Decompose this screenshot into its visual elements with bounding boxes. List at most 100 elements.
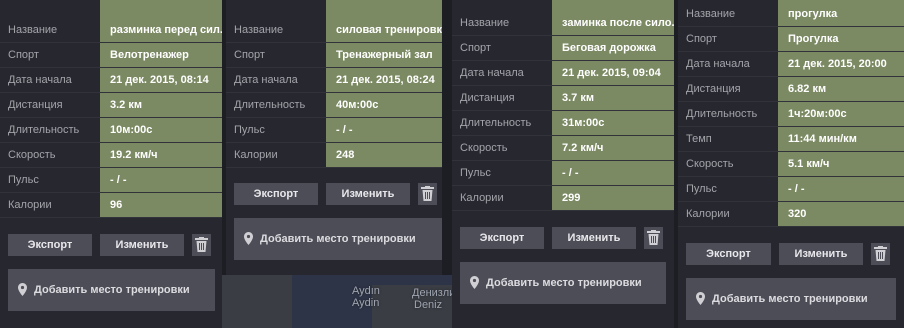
field-value: - / - (100, 168, 222, 192)
delete-button[interactable] (418, 183, 437, 205)
delete-button[interactable] (871, 243, 890, 265)
add-place-button[interactable]: Добавить место тренировки (686, 278, 896, 320)
map-label: Deniz (414, 299, 443, 311)
field-label: Дата начала (686, 58, 750, 70)
field-value: 3.7 км (552, 86, 674, 110)
field-label: Название (8, 24, 58, 36)
field-label: Спорт (460, 42, 491, 54)
delete-button[interactable] (192, 234, 211, 256)
field-label: Пульс (686, 183, 717, 195)
field-row: Дистанция 6.82 км (678, 77, 904, 102)
field-label: Калории (8, 199, 52, 211)
field-label: Спорт (686, 33, 717, 45)
map-label: Aydın (352, 285, 380, 297)
field-row: Название заминка после сило... (452, 0, 674, 36)
field-row: Спорт Беговая дорожка (452, 36, 674, 61)
field-value: 21 дек. 2015, 08:14 (100, 68, 222, 92)
field-row: Дата начала 21 дек. 2015, 20:00 (678, 52, 904, 77)
field-label: Дата начала (8, 74, 72, 86)
export-button[interactable]: Экспорт (8, 234, 92, 256)
field-row: Дистанция 3.2 км (0, 93, 222, 118)
field-row: Скорость 7.2 км/ч (452, 136, 674, 161)
field-row: Дата начала 21 дек. 2015, 08:24 (226, 68, 442, 93)
trash-icon (874, 246, 887, 261)
field-label: Калории (234, 149, 278, 161)
field-value: 248 (326, 143, 442, 167)
field-row: Длительность 31м:00с (452, 111, 674, 136)
map-land (222, 275, 292, 328)
field-row: Темп 11:44 мин/км (678, 127, 904, 152)
field-row: Название прогулка (678, 0, 904, 27)
field-row: Дистанция 3.7 км (452, 86, 674, 111)
field-label: Скорость (460, 142, 508, 154)
field-value: - / - (552, 161, 674, 185)
field-value: Тренажерный зал (326, 43, 442, 67)
field-value: 21 дек. 2015, 08:24 (326, 68, 442, 92)
field-row: Пульс - / - (0, 168, 222, 193)
field-label: Калории (460, 192, 504, 204)
add-place-button[interactable]: Добавить место тренировки (8, 269, 215, 311)
field-row: Название силовая тренировка (226, 0, 442, 43)
field-value: Беговая дорожка (552, 36, 674, 60)
field-row: Спорт Прогулка (678, 27, 904, 52)
field-label: Название (460, 17, 510, 29)
field-label: Спорт (8, 49, 39, 61)
field-value: 5.1 км/ч (778, 152, 904, 176)
value-cap (100, 0, 222, 18)
field-label: Скорость (686, 158, 734, 170)
field-label: Дата начала (460, 67, 524, 79)
field-row: Скорость 5.1 км/ч (678, 152, 904, 177)
field-label: Длительность (8, 124, 80, 136)
field-value: 1ч:20м:00с (778, 102, 904, 126)
field-row: Спорт Велотренажер (0, 43, 222, 68)
edit-button[interactable]: Изменить (100, 234, 184, 256)
field-value: 96 (100, 193, 222, 217)
location-pin-icon (696, 292, 705, 305)
edit-button[interactable]: Изменить (552, 227, 636, 249)
add-place-label: Добавить место тренировки (260, 233, 416, 245)
map-label: Денизли (412, 287, 456, 299)
field-value: 21 дек. 2015, 20:00 (778, 52, 904, 76)
field-value: - / - (326, 118, 442, 142)
export-button[interactable]: Экспорт (460, 227, 544, 249)
field-value: прогулка (778, 2, 904, 26)
field-row: Пульс - / - (226, 118, 442, 143)
trash-icon (195, 237, 208, 252)
add-place-button[interactable]: Добавить место тренировки (234, 218, 442, 260)
trash-icon (421, 186, 434, 201)
field-row: Длительность 10м:00с (0, 118, 222, 143)
value-cap (326, 0, 442, 18)
field-row: Спорт Тренажерный зал (226, 43, 442, 68)
workout-card: Название прогулка Спорт Прогулка Дата начала… (678, 0, 904, 328)
field-value: 11:44 мин/км (778, 127, 904, 151)
field-label: Длительность (234, 99, 306, 111)
delete-button[interactable] (644, 227, 663, 249)
field-row: Дата начала 21 дек. 2015, 08:14 (0, 68, 222, 93)
field-value: силовая тренировка (326, 18, 442, 42)
location-pin-icon (470, 276, 479, 289)
field-label: Спорт (234, 49, 265, 61)
edit-button[interactable]: Изменить (779, 243, 863, 265)
field-label: Длительность (460, 117, 532, 129)
field-value: 19.2 км/ч (100, 143, 222, 167)
export-button[interactable]: Экспорт (234, 183, 318, 205)
field-value: 6.82 км (778, 77, 904, 101)
field-row: Название разминка перед сил... (0, 0, 222, 43)
field-value: 10м:00с (100, 118, 222, 142)
field-label: Название (686, 8, 736, 20)
add-place-label: Добавить место тренировки (712, 293, 868, 305)
workout-card: Название разминка перед сил... Спорт Велотр… (0, 0, 222, 328)
field-value: Прогулка (778, 27, 904, 51)
field-label: Дистанция (460, 92, 515, 104)
edit-button[interactable]: Изменить (326, 183, 410, 205)
field-row: Длительность 40м:00с (226, 93, 442, 118)
add-place-label: Добавить место тренировки (486, 277, 642, 289)
field-value: - / - (778, 177, 904, 201)
field-label: Длительность (686, 108, 758, 120)
location-pin-icon (244, 232, 253, 245)
field-row: Калории 96 (0, 193, 222, 218)
field-label: Скорость (8, 149, 56, 161)
add-place-button[interactable]: Добавить место тренировки (460, 262, 666, 304)
field-label: Пульс (460, 167, 491, 179)
export-button[interactable]: Экспорт (686, 243, 771, 265)
